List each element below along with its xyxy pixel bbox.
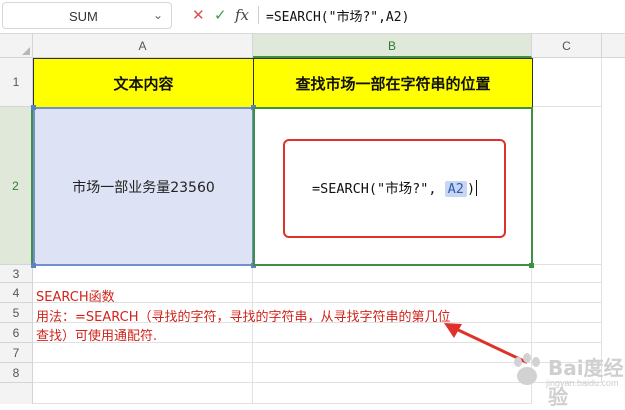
row-header-2[interactable]: 2 [0, 107, 33, 265]
cell-b3[interactable] [253, 265, 532, 283]
name-box-value: SUM [69, 9, 98, 24]
reference-handle[interactable] [31, 105, 36, 110]
x-icon[interactable]: ✕ [192, 6, 205, 24]
fx-icon[interactable]: fx [235, 6, 249, 24]
cell-c6[interactable] [532, 323, 602, 343]
watermark-url: jingyan.baidu.com [546, 378, 619, 388]
text-cursor [476, 180, 478, 196]
row-header-3[interactable]: 3 [0, 265, 33, 283]
column-header-c[interactable]: C [532, 34, 602, 58]
formula-divider [258, 6, 259, 24]
row-header-6[interactable]: 6 [0, 323, 33, 343]
row-header-4[interactable]: 4 [0, 283, 33, 303]
cell-c2[interactable] [532, 107, 602, 265]
fill-handle[interactable] [529, 263, 534, 268]
cell-c1[interactable] [532, 58, 602, 107]
chevron-down-icon[interactable]: ⌄ [153, 8, 163, 22]
formula-reference: A2 [444, 181, 467, 197]
formula-bar: SUM ⌄ ✕ ✓ fx =SEARCH("市场?",A2) [0, 0, 625, 32]
row-header-9[interactable] [0, 383, 33, 404]
cell-c5[interactable] [532, 303, 602, 323]
cell-a2-text: 市场一部业务量23560 [72, 179, 215, 196]
row-header-8[interactable]: 8 [0, 363, 33, 383]
cell-c4[interactable] [532, 283, 602, 303]
formula-tools: ✕ ✓ fx [182, 2, 258, 29]
select-all-corner[interactable] [0, 34, 33, 58]
reference-handle[interactable] [31, 263, 36, 268]
cell-b1-text: 查找市场一部在字符串的位置 [295, 74, 491, 93]
cell-a1[interactable]: 文本内容 [33, 58, 254, 108]
cell-b9[interactable] [253, 383, 532, 404]
cell-a2[interactable]: 市场一部业务量23560 [33, 107, 254, 266]
check-icon[interactable]: ✓ [214, 6, 227, 24]
cell-b2-formula[interactable]: =SEARCH("市场?", A2) [312, 177, 478, 197]
note-wildcard: 查找）可使用通配符. [36, 329, 158, 344]
row-header-7[interactable]: 7 [0, 343, 33, 363]
baidu-watermark: Bai度经验 jingyan.baidu.com [506, 352, 624, 409]
note-title: SEARCH函数 [36, 290, 115, 305]
row-header-5[interactable]: 5 [0, 303, 33, 323]
name-box[interactable]: SUM ⌄ [2, 2, 172, 29]
formula-text: =SEARCH("市场?", [312, 181, 445, 197]
cell-a7[interactable] [33, 343, 253, 363]
formula-input[interactable]: =SEARCH("市场?",A2) [266, 6, 409, 25]
note-usage: 用法：=SEARCH（寻找的字符，寻找的字符串，从寻找字符串的第几位 [36, 310, 451, 325]
cell-a1-text: 文本内容 [113, 74, 174, 93]
column-header-a[interactable]: A [33, 34, 253, 58]
formula-close: ) [466, 181, 476, 197]
cell-a3[interactable] [33, 265, 253, 283]
row-header-1[interactable]: 1 [0, 58, 33, 107]
cell-b4[interactable] [253, 283, 532, 303]
cell-a8[interactable] [33, 363, 253, 383]
column-header-d[interactable] [602, 34, 625, 58]
cell-a9[interactable] [33, 383, 253, 404]
cell-b1[interactable]: 查找市场一部在字符串的位置 [253, 58, 533, 108]
cell-c3[interactable] [532, 265, 602, 283]
column-header-b[interactable]: B [253, 34, 532, 58]
paw-icon [514, 353, 540, 385]
